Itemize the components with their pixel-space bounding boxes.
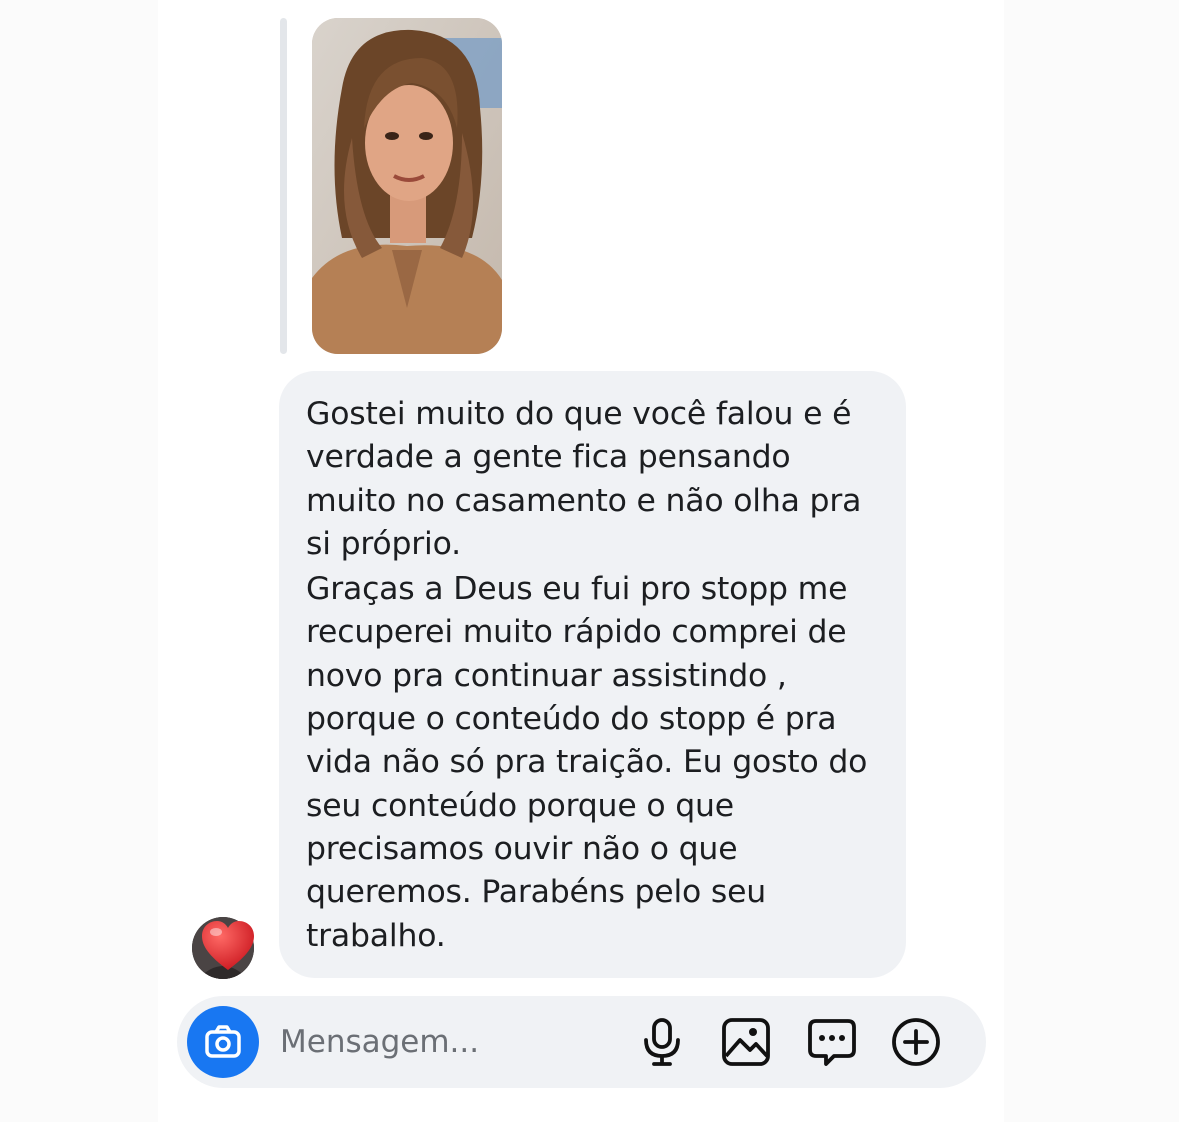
message-bubble[interactable]: Gostei muito do que você falou e é verda… bbox=[279, 371, 906, 978]
gallery-button[interactable] bbox=[720, 1016, 772, 1068]
chat-screen: Gostei muito do que você falou e é verda… bbox=[0, 0, 1179, 1122]
add-button[interactable] bbox=[890, 1016, 942, 1068]
microphone-icon bbox=[644, 1018, 680, 1066]
gallery-icon bbox=[722, 1018, 770, 1066]
message-paragraph-1: Gostei muito do que você falou e é verda… bbox=[306, 396, 862, 562]
add-icon bbox=[892, 1018, 940, 1066]
message-composer bbox=[177, 996, 986, 1088]
microphone-button[interactable] bbox=[636, 1016, 688, 1068]
heart-reaction-icon[interactable] bbox=[199, 918, 257, 976]
message-paragraph-2: Graças a Deus eu fui pro stopp me recupe… bbox=[306, 571, 868, 954]
message-input[interactable] bbox=[280, 1019, 620, 1065]
camera-button[interactable] bbox=[187, 1006, 259, 1078]
story-thumbnail[interactable] bbox=[312, 18, 502, 354]
reply-indicator-bar bbox=[280, 18, 287, 354]
sticker-chat-icon bbox=[808, 1019, 856, 1066]
sticker-chat-button[interactable] bbox=[806, 1016, 858, 1068]
camera-icon bbox=[205, 1025, 241, 1058]
